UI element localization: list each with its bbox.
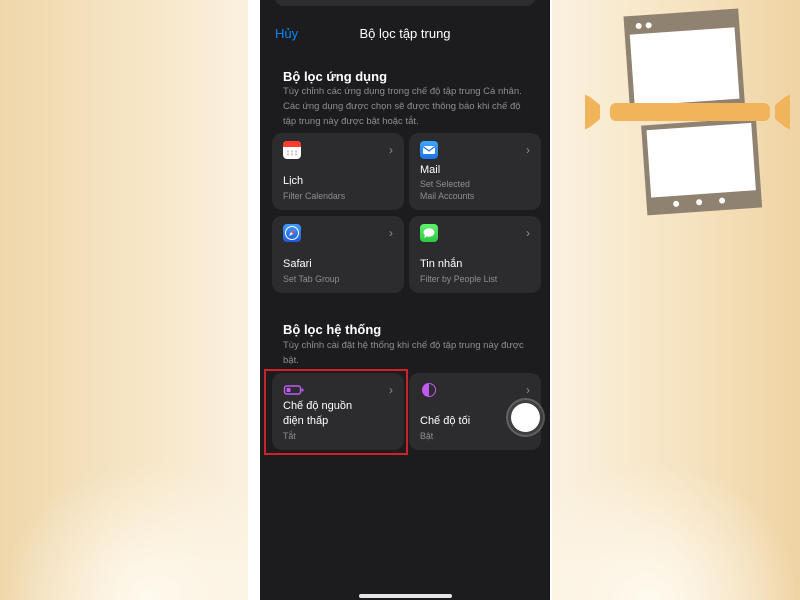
highlight-box — [264, 369, 408, 455]
phone-screen: Bộ lọc tập trung Hủy Bộ lọc ứng dụng Tùy… — [260, 0, 550, 600]
dark-mode-icon — [420, 381, 438, 399]
app-filter-card-messages[interactable]: › Tin nhắn Filter by People List — [409, 216, 541, 293]
messages-icon — [420, 224, 438, 242]
app-filter-subtitle: Set Selected Mail Accounts — [420, 179, 475, 201]
cancel-button[interactable]: Hủy — [275, 26, 298, 41]
chevron-right-icon: › — [526, 226, 530, 240]
app-filter-name: Lịch — [283, 175, 304, 187]
app-filters-description: Tùy chỉnh các ứng dụng trong chế độ tập … — [283, 86, 522, 127]
app-filter-name: Safari — [283, 258, 312, 270]
page-title: Bộ lọc tập trung — [359, 26, 451, 41]
background-left — [0, 0, 250, 600]
app-filter-subtitle: Filter by People List — [420, 274, 498, 284]
app-filter-card-mail[interactable]: › Mail Set Selected Mail Accounts — [409, 133, 541, 210]
chevron-right-icon: › — [389, 226, 393, 240]
previous-sheet-edge — [274, 0, 536, 6]
chevron-right-icon: › — [526, 383, 530, 397]
app-filter-card-calendar[interactable]: › Lịch Filter Calendars — [272, 133, 404, 210]
settings-illustration-icon — [585, 8, 790, 216]
calendar-icon — [283, 141, 301, 159]
assistive-touch-button[interactable] — [511, 403, 540, 432]
system-filter-subtitle: Bật — [420, 431, 434, 441]
app-filter-subtitle: Filter Calendars — [283, 191, 346, 201]
chevron-right-icon: › — [526, 143, 530, 157]
app-filter-card-safari[interactable]: › Safari Set Tab Group — [272, 216, 404, 293]
frame-border-left — [248, 0, 260, 600]
system-filters-title: Bộ lọc hệ thống — [283, 322, 382, 337]
home-indicator — [359, 594, 452, 598]
chevron-right-icon: › — [389, 143, 393, 157]
mail-icon — [420, 141, 438, 159]
system-filters-description: Tùy chỉnh cài đặt hệ thống khi chế độ tậ… — [283, 340, 524, 366]
app-filter-subtitle: Set Tab Group — [283, 274, 340, 284]
safari-icon — [283, 224, 301, 242]
app-filter-name: Tin nhắn — [420, 258, 463, 270]
app-filters-title: Bộ lọc ứng dụng — [283, 69, 388, 84]
app-filter-name: Mail — [420, 164, 441, 176]
